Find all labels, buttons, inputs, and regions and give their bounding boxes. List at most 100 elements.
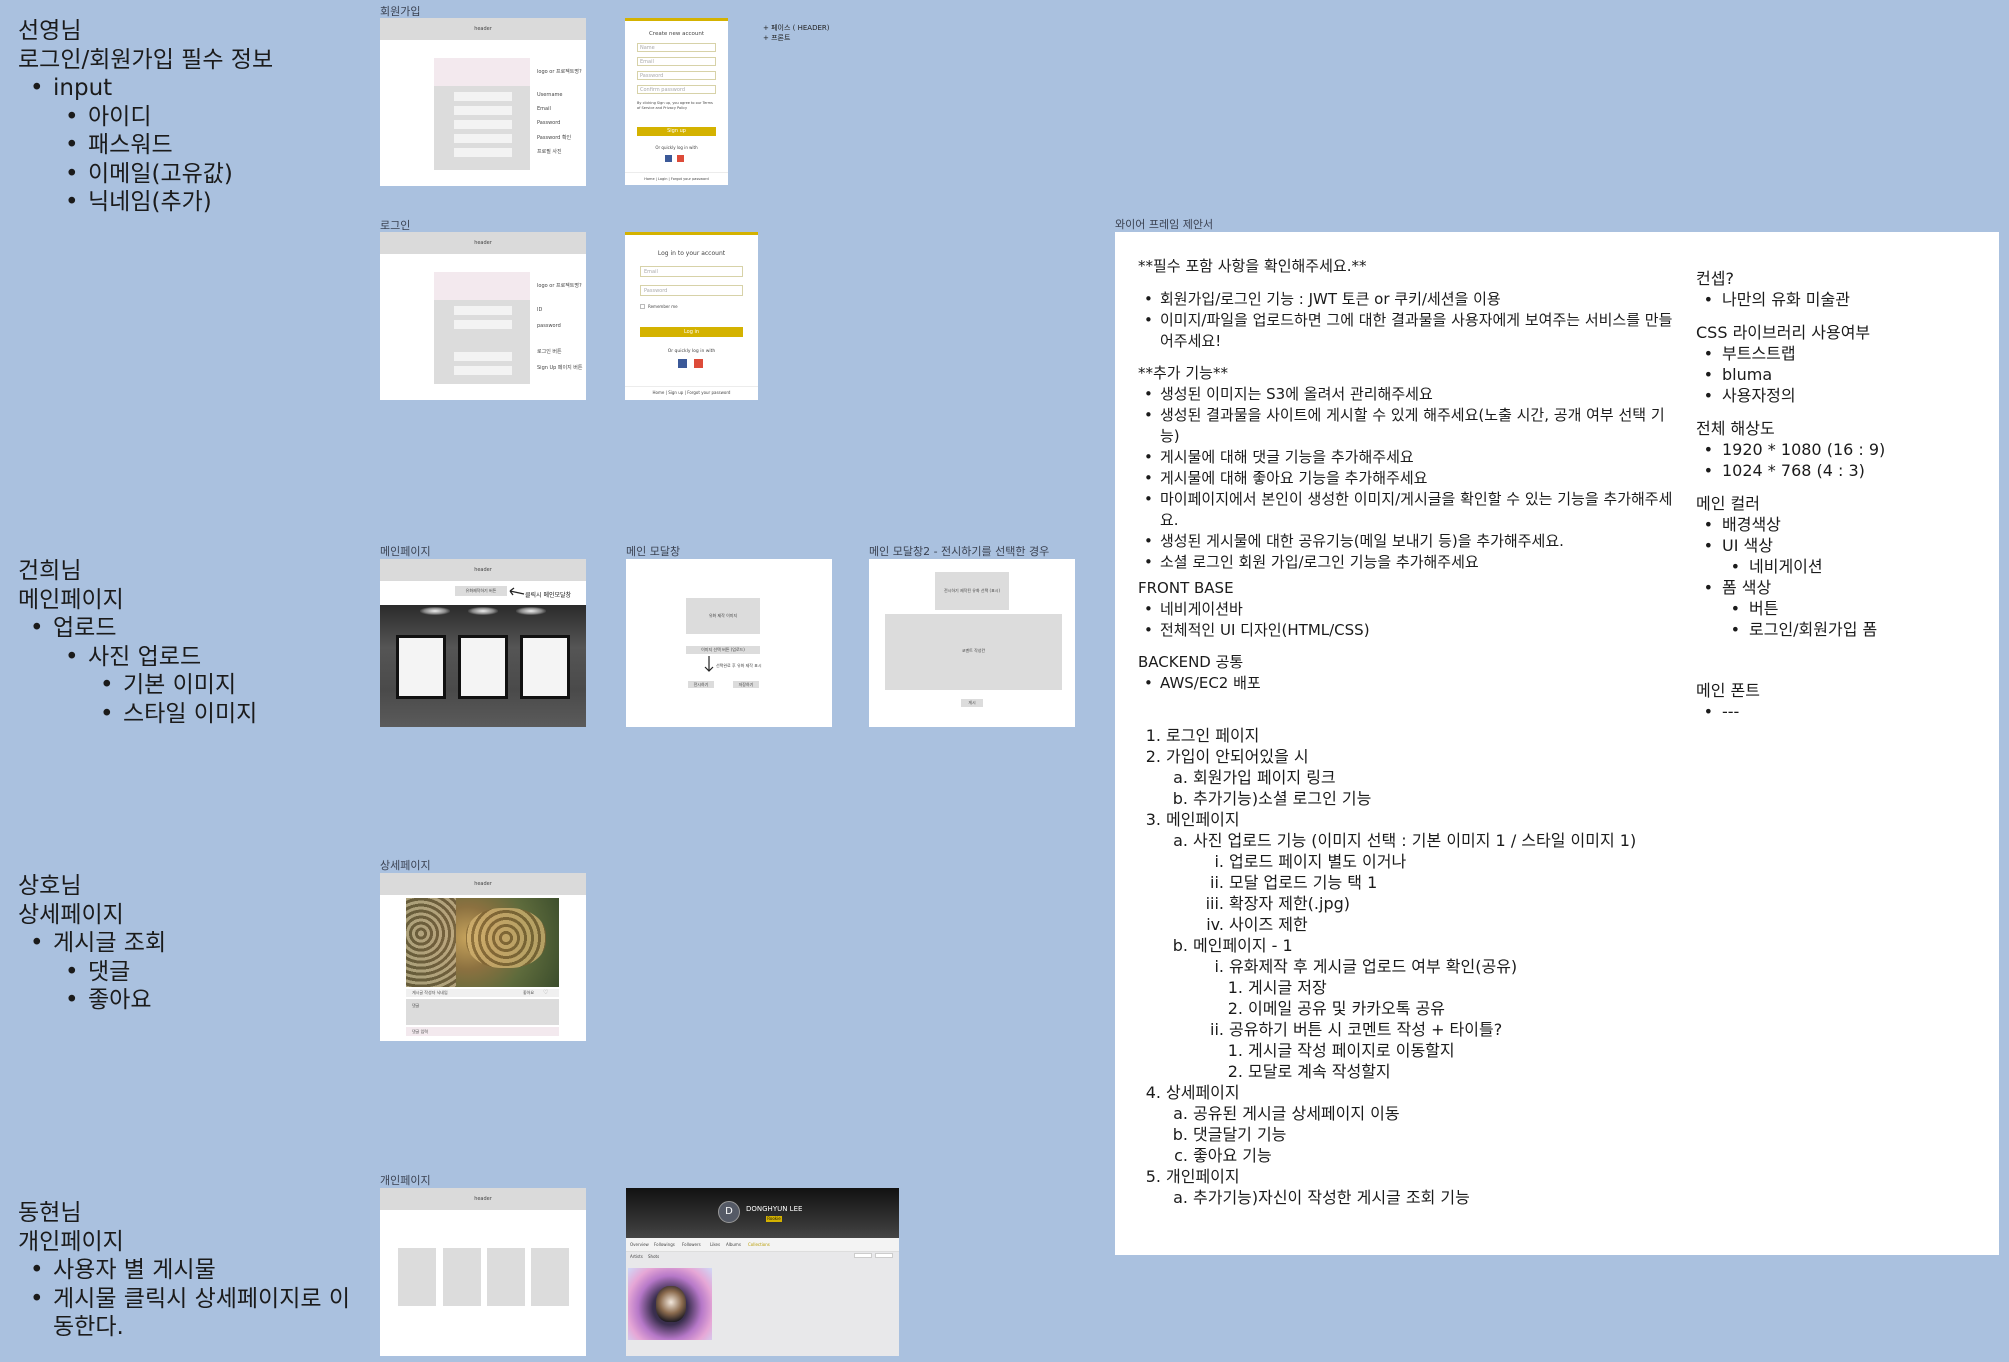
login-reference[interactable]: Log in to your account Email Password Re… (625, 232, 758, 400)
side-heading: CSS 라이브러리 사용여부 (1696, 323, 1871, 342)
main-wireframe[interactable]: header 유화제작하기 버튼 클릭시 메인모달창 (380, 559, 586, 727)
outline-text: 모달 업로드 기능 택 1 (1229, 873, 1378, 892)
bullet-icon: • (1703, 702, 1713, 721)
bullet-icon: • (1730, 599, 1740, 618)
outline-item: iv. 사이즈 제한 (1143, 914, 1683, 935)
tab-collections[interactable]: Collections (748, 1242, 770, 1247)
sub-tab-shots[interactable]: Shots (648, 1254, 659, 1259)
detail-wireframe[interactable]: header 게시글 작성자 닉네임 좋아요 ♡ 댓글 댓글 입력 (380, 873, 586, 1041)
note-item: 닉네임(추가) (88, 189, 212, 215)
side-item: • UI 색상 (1696, 535, 1986, 556)
post-thumbnail[interactable] (487, 1248, 525, 1306)
login-wireframe[interactable]: header logo or 프로젝트명? ID password 로그인 버튼… (380, 232, 586, 400)
personal-wireframe[interactable]: header (380, 1188, 586, 1356)
profile-banner (626, 1188, 899, 1238)
side-heading: 전체 해상도 (1696, 419, 1775, 438)
cat-thumbnail[interactable] (628, 1268, 712, 1340)
note-geonhee: 건희님 메인페이지 업로드 사진 업로드 기본 이미지 스타일 이미지 (18, 557, 257, 728)
outline-list: 1. 로그인 페이지 2. 가입이 안되어있을 시 a. 회원가입 페이지 링크 b. 추가기… (1143, 725, 1683, 1208)
outline-text: 확장자 제한(.jpg) (1229, 894, 1351, 913)
post-thumbnail[interactable] (531, 1248, 569, 1306)
side-item-text: 폼 색상 (1722, 578, 1772, 597)
frame-placeholder (396, 635, 446, 699)
dropdown[interactable] (875, 1253, 893, 1258)
link-label: Sign Up 페이지 버튼 (537, 365, 583, 371)
front-section: FRONT BASE 네비게이션바 전체적인 UI 디자인(HTML/CSS) … (1138, 578, 1678, 694)
upload-button[interactable]: 유화제작하기 버튼 (455, 586, 507, 596)
tab-albums[interactable]: Albums (726, 1242, 741, 1247)
ref-signup-button[interactable]: Sign up (637, 127, 716, 136)
detail-image (406, 898, 559, 987)
remember-checkbox[interactable] (640, 304, 645, 309)
outline-text: 업로드 페이지 별도 이거나 (1229, 852, 1407, 871)
comment-input[interactable]: 댓글 입력 (406, 1027, 559, 1036)
outline-item: 1. 게시글 작성 페이지로 이동할지 (1143, 1040, 1683, 1061)
field-label: Password 확인 (537, 135, 572, 141)
list-item: 마이페이지에서 본인이 생성한 이미지/게시글을 확인할 수 있는 기능을 추가… (1138, 489, 1678, 531)
ref-email-input[interactable]: Email (640, 266, 743, 277)
image-detail (406, 898, 456, 987)
facebook-icon[interactable] (678, 359, 687, 368)
side-item-text: 1024 * 768 (4 : 3) (1722, 461, 1865, 480)
outline-marker: 2. (1227, 1062, 1243, 1081)
post-button[interactable]: 게시 (961, 699, 983, 707)
proposal-document: **필수 포함 사항을 확인해주세요.** 회원가입/로그인 기능 : JWT … (1115, 232, 1999, 1255)
frame-label-modal2: 메인 모달창2 - 전시하기를 선택한 경우 (869, 545, 1050, 558)
profile-reference[interactable]: D DONGHYUN LEE Rookie Overview Following… (626, 1188, 899, 1356)
post-thumbnail[interactable] (398, 1248, 436, 1306)
signup-wireframe[interactable]: header logo or 프로젝트명? Username Email Pas… (380, 18, 586, 186)
main-modal2-wireframe[interactable]: 전시하기 제작된 유화 선택 (표시) 코멘트 작성칸 게시 (869, 559, 1075, 727)
ref-password-input[interactable]: Password (640, 285, 743, 296)
outline-marker: 1. (1145, 726, 1161, 745)
status-badge: Rookie (766, 1216, 782, 1222)
pick-image-button[interactable]: 이미지 선택 버튼 (업로드) (686, 646, 760, 654)
form-inputs (454, 92, 512, 157)
google-icon[interactable] (694, 359, 703, 368)
ref-login-button[interactable]: Log in (640, 327, 743, 337)
facebook-icon[interactable] (665, 155, 672, 162)
side-notes: 컨셉? • 나만의 유화 미술관 CSS 라이브러리 사용여부 • 부트스트랩 • bluma… (1696, 268, 1986, 722)
bullet-icon: • (1703, 344, 1713, 363)
note-name: 동현님 (18, 1200, 82, 1226)
save-button[interactable]: 저장하기 (733, 681, 759, 688)
side-item-text: 배경색상 (1722, 515, 1781, 534)
list-item: 전체적인 UI 디자인(HTML/CSS) (1138, 620, 1678, 641)
sub-tab-artists[interactable]: Artists (630, 1254, 643, 1259)
main-modal-wireframe[interactable]: 유화 제작 이미지 이미지 선택 버튼 (업로드) 선택완료 후 유화 제작 표… (626, 559, 832, 727)
signup-note: + 프론트 (763, 34, 791, 42)
side-item-text: 로그인/회원가입 폼 (1749, 620, 1878, 639)
like-label: 좋아요 (523, 990, 535, 995)
ref-confirm-input[interactable]: Confirm password (637, 85, 716, 94)
side-item-text: --- (1722, 702, 1740, 721)
ref-name-input[interactable]: Name (637, 43, 716, 52)
tab-likes[interactable]: Likes (710, 1242, 720, 1247)
outline-item: 3. 메인페이지 (1143, 809, 1683, 830)
comment-area: 댓글 (406, 999, 559, 1025)
avatar[interactable]: D (718, 1201, 740, 1223)
google-icon[interactable] (677, 155, 684, 162)
heart-icon[interactable]: ♡ (543, 990, 548, 996)
comment-box[interactable]: 코멘트 작성칸 (885, 614, 1062, 690)
frame-header: header (380, 559, 586, 581)
side-item: • 로그인/회원가입 폼 (1696, 619, 1986, 640)
ref-email-input[interactable]: Email (637, 57, 716, 66)
tab-overview[interactable]: Overview (630, 1242, 649, 1247)
signup-reference[interactable]: Create new account Name Email Password C… (625, 18, 728, 185)
ref-password-input[interactable]: Password (637, 71, 716, 80)
arrow-icon (509, 587, 525, 596)
tab-followings[interactable]: Followings (654, 1242, 675, 1247)
list-item: 이미지/파일을 업로드하면 그에 대한 결과물을 사용자에게 보여주는 서비스를… (1138, 310, 1678, 352)
form-inputs (454, 306, 512, 375)
side-item-text: 버튼 (1749, 599, 1779, 618)
side-item: • 1024 * 768 (4 : 3) (1696, 460, 1986, 481)
outline-text: 로그인 페이지 (1166, 726, 1260, 745)
side-item-text: 사용자정의 (1722, 386, 1796, 405)
dropdown[interactable] (854, 1253, 872, 1258)
list-item: 회원가입/로그인 기능 : JWT 토큰 or 쿠키/세션을 이용 (1138, 289, 1678, 310)
exhibit-button[interactable]: 전시하기 (688, 681, 714, 688)
note-sangho: 상호님 상세페이지 게시글 조회 댓글 좋아요 (18, 872, 166, 1015)
tab-followers[interactable]: Followers (682, 1242, 701, 1247)
post-thumbnail[interactable] (443, 1248, 481, 1306)
field-label: Email (537, 106, 551, 112)
list-item: AWS/EC2 배포 (1138, 673, 1678, 694)
